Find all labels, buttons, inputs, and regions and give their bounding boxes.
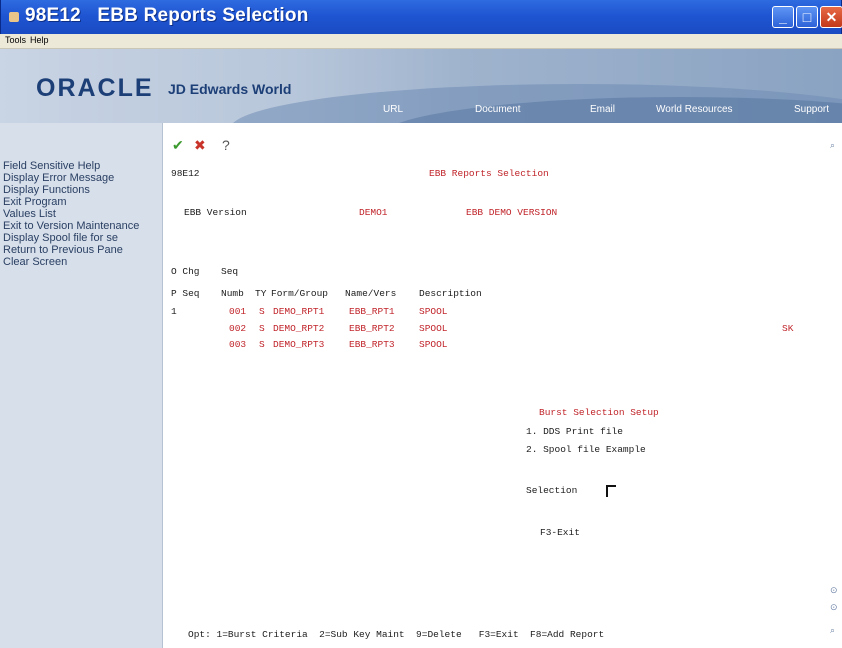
header-p-seq: P Seq <box>171 288 200 299</box>
maximize-button[interactable]: □ <box>796 6 818 28</box>
link-exit-version-maintenance[interactable]: Exit to Version Maintenance <box>3 220 163 232</box>
program-id: 98E12 <box>171 168 200 179</box>
row-ty: S <box>259 339 265 350</box>
nav-email[interactable]: Email <box>590 104 615 115</box>
row-form: DEMO_RPT2 <box>273 323 325 334</box>
burst-option-2: 2. Spool file Example <box>526 444 646 455</box>
row-seq: 001 <box>229 306 247 317</box>
selection-input[interactable] <box>606 485 616 497</box>
header-name-vers: Name/Vers <box>345 288 397 299</box>
burst-exit: F3-Exit <box>540 527 580 538</box>
row-name: EBB_RPT1 <box>349 306 395 317</box>
link-display-error-message[interactable]: Display Error Message <box>3 172 163 184</box>
header-numb: Numb <box>221 288 244 299</box>
header-seq: Seq <box>221 266 239 277</box>
nav-url[interactable]: URL <box>383 104 403 115</box>
header-form-group: Form/Group <box>271 288 329 299</box>
form-area: ✔ ✖ ? 98E12 EBB Reports Selection EBB Ve… <box>164 123 842 648</box>
row-form: DEMO_RPT1 <box>273 306 325 317</box>
link-display-functions[interactable]: Display Functions <box>3 184 163 196</box>
burst-title: Burst Selection Setup <box>539 407 659 418</box>
row-form: DEMO_RPT3 <box>273 339 325 350</box>
version-description: EBB DEMO VERSION <box>466 207 558 218</box>
row-seq: 002 <box>229 323 247 334</box>
header-ty: TY <box>255 288 267 299</box>
menu-bar: Tools Help <box>0 34 842 49</box>
jde-logo: JD Edwards World <box>168 81 292 97</box>
help-icon[interactable]: ? <box>222 137 230 153</box>
row-chg-seq[interactable]: 1 <box>171 306 177 318</box>
selection-label: Selection <box>526 485 578 496</box>
menu-help[interactable]: Help <box>30 35 49 45</box>
function-pane: Field Sensitive Help Display Error Messa… <box>0 123 163 648</box>
oracle-logo: ORACLE <box>36 74 154 102</box>
form-title: EBB Reports Selection <box>429 168 549 179</box>
row-ty: S <box>259 306 265 317</box>
link-return-previous-pane[interactable]: Return to Previous Pane <box>3 244 163 256</box>
link-display-spool-file[interactable]: Display Spool file for se <box>3 232 163 244</box>
nav-document[interactable]: Document <box>475 104 521 115</box>
row-name: EBB_RPT3 <box>349 339 395 350</box>
version-value[interactable]: DEMO1 <box>359 207 388 219</box>
link-field-sensitive-help[interactable]: Field Sensitive Help <box>3 160 163 172</box>
window-title: 98E12 EBB Reports Selection <box>25 5 309 26</box>
ok-icon[interactable]: ✔ <box>172 137 184 154</box>
row-name: EBB_RPT2 <box>349 323 395 334</box>
row-ty: S <box>259 323 265 334</box>
scroll-up-icon[interactable]: ⊙ <box>830 585 840 595</box>
link-exit-program[interactable]: Exit Program <box>3 196 163 208</box>
function-key-footer: Opt: 1=Burst Criteria 2=Sub Key Maint 9=… <box>188 629 605 640</box>
header-description: Description <box>419 288 482 299</box>
app-icon <box>9 12 19 22</box>
nav-support[interactable]: Support <box>794 104 829 115</box>
burst-option-1: 1. DDS Print file <box>526 426 623 437</box>
row-desc: SPOOL <box>419 339 448 350</box>
header-opt-chg: O Chg <box>171 266 200 277</box>
version-label: EBB Version <box>184 207 247 218</box>
title-bar: 98E12 EBB Reports Selection _ □ ✕ <box>0 0 842 34</box>
close-button[interactable]: ✕ <box>820 6 842 28</box>
link-clear-screen[interactable]: Clear Screen <box>3 256 163 268</box>
row-flag: SK <box>782 323 794 334</box>
link-values-list[interactable]: Values List <box>3 208 163 220</box>
oracle-banner: ORACLE JD Edwards World URL Document Ema… <box>0 49 842 123</box>
scroll-down-icon[interactable]: ⊙ <box>830 602 840 612</box>
zoom-icon[interactable]: ⌕ <box>830 625 840 635</box>
cancel-icon[interactable]: ✖ <box>194 137 206 154</box>
row-desc: SPOOL <box>419 306 448 317</box>
search-icon[interactable]: ⌕ <box>830 140 840 150</box>
row-seq: 003 <box>229 339 247 350</box>
nav-world-resources[interactable]: World Resources <box>656 104 733 115</box>
menu-tools[interactable]: Tools <box>5 35 26 45</box>
row-desc: SPOOL <box>419 323 448 334</box>
minimize-button[interactable]: _ <box>772 6 794 28</box>
